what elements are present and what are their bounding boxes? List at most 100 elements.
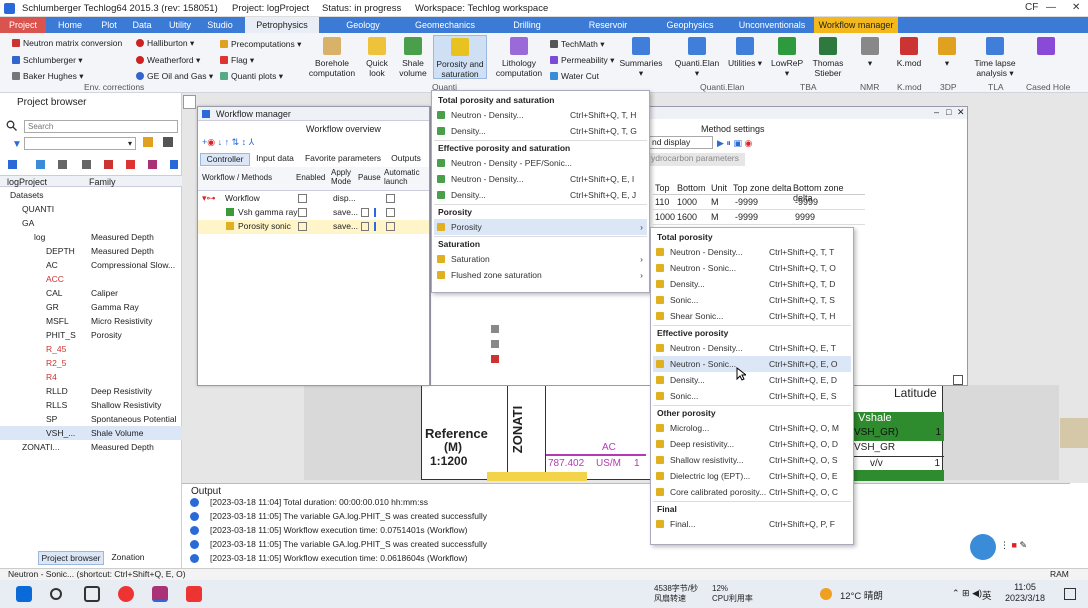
techmath-button[interactable]: TechMath ▾ xyxy=(550,39,605,50)
minimize-icon[interactable]: – xyxy=(934,107,939,117)
tab-geology[interactable]: Geology xyxy=(330,17,396,33)
weatherford-button[interactable]: Weatherford ▾ xyxy=(136,55,200,66)
enabled-checkbox[interactable] xyxy=(298,222,307,231)
tree-item[interactable]: R4 xyxy=(0,370,182,384)
ge-oil-gas-button[interactable]: GE Oil and Gas ▾ xyxy=(136,71,213,82)
workflow-row[interactable]: ▾⊶ Workflow disp... xyxy=(198,192,429,206)
clear-icon[interactable] xyxy=(163,137,173,147)
auto-launch-checkbox[interactable] xyxy=(386,222,395,231)
tab-unconventionals[interactable]: Unconventionals xyxy=(734,17,810,33)
record-controls[interactable]: ⋮ ■ ✎ xyxy=(1000,540,1027,551)
menu-item[interactable]: Density... Ctrl+Shift+Q, T, G xyxy=(434,123,647,139)
tab-data[interactable]: Data xyxy=(127,17,157,33)
tool-icon-4[interactable] xyxy=(82,160,91,169)
pause-checkbox[interactable] xyxy=(361,222,369,231)
minimize-button[interactable]: — xyxy=(1046,2,1056,13)
close-icon[interactable]: ✕ xyxy=(957,107,965,118)
menu-item[interactable]: Core calibrated porosity... Ctrl+Shift+Q,… xyxy=(653,484,851,500)
table-row[interactable]: 1000 1600 M -9999 9999 xyxy=(653,210,865,225)
tab-outputs[interactable]: Outputs xyxy=(386,153,426,166)
menu-item[interactable]: Neutron - Density... Ctrl+Shift+Q, T, T xyxy=(653,244,851,260)
menu-item[interactable]: Shallow resistivity... Ctrl+Shift+Q, O, S xyxy=(653,452,851,468)
menu-item[interactable]: Density... Ctrl+Shift+Q, E, J xyxy=(434,187,647,203)
tree-item[interactable]: QUANTI xyxy=(0,202,182,216)
clock[interactable]: 11:05 2023/3/18 xyxy=(1000,582,1050,604)
precomputations-button[interactable]: Precomputations ▾ xyxy=(220,39,301,50)
menu-item[interactable]: Sonic... Ctrl+Shift+Q, T, S xyxy=(653,292,851,308)
tree-item[interactable]: GA xyxy=(0,216,182,230)
project-search-input[interactable] xyxy=(24,120,178,133)
flag-button[interactable]: Flag ▾ xyxy=(220,55,254,66)
tree-item[interactable]: RLLS Shallow Resistivity xyxy=(0,398,182,412)
tab-project[interactable]: Project xyxy=(0,17,46,33)
tree-item[interactable]: ZONATI... Measured Depth xyxy=(0,440,182,454)
thomas-stieber-button[interactable]: Thomas Stieber xyxy=(808,37,848,78)
tree-item[interactable]: CAL Caliper xyxy=(0,286,182,300)
chrome-icon[interactable] xyxy=(118,586,134,602)
water-cut-button[interactable]: Water Cut xyxy=(550,71,599,81)
quanti-elan-button[interactable]: Quanti.Elan ▾ xyxy=(672,37,722,78)
side-panel-icon[interactable] xyxy=(1060,418,1088,448)
menu-item[interactable]: Neutron - Density... Ctrl+Shift+Q, T, H xyxy=(434,107,647,123)
auto-launch-checkbox[interactable] xyxy=(386,208,395,217)
workflow-row[interactable]: Vsh gamma ray save... xyxy=(198,206,429,220)
menu-item[interactable]: Neutron - Density... Ctrl+Shift+Q, E, T xyxy=(653,340,851,356)
schlumberger-button[interactable]: Schlumberger ▾ xyxy=(12,55,83,66)
hydrocarbon-params-tab[interactable]: ydrocarbon parameters xyxy=(649,153,745,166)
menu-item[interactable]: Saturation › xyxy=(434,251,647,267)
menu-item[interactable]: Microlog... Ctrl+Shift+Q, O, M xyxy=(653,420,851,436)
tree-item[interactable]: MSFL Micro Resistivity xyxy=(0,314,182,328)
menu-item[interactable]: Dielectric log (EPT)... Ctrl+Shift+Q, O, … xyxy=(653,468,851,484)
tool-icon[interactable] xyxy=(491,340,499,348)
menu-item[interactable]: Porosity › xyxy=(434,219,647,235)
baker-hughes-button[interactable]: Baker Hughes ▾ xyxy=(12,71,84,82)
menu-item[interactable]: Density... Ctrl+Shift+Q, E, D xyxy=(653,372,851,388)
tool-icon-6[interactable] xyxy=(126,160,135,169)
lowrep-button[interactable]: LowReP ▾ xyxy=(770,37,804,78)
kmod-button[interactable]: K.mod xyxy=(893,37,925,68)
tool-icon[interactable] xyxy=(491,355,499,363)
tree-item[interactable]: R2_5 xyxy=(0,356,182,370)
filter-icon[interactable]: ▼ xyxy=(12,139,22,150)
select-tool-icon[interactable] xyxy=(183,95,196,109)
tab-input-data[interactable]: Input data xyxy=(252,153,298,166)
maximize-icon[interactable]: □ xyxy=(946,107,951,117)
delete-icon[interactable] xyxy=(170,160,178,169)
menu-item[interactable]: Shear Sonic... Ctrl+Shift+Q, T, H xyxy=(653,308,851,324)
tree-item[interactable]: ACC xyxy=(0,272,182,286)
tab-plot[interactable]: Plot xyxy=(93,17,125,33)
tree-item[interactable]: SP Spontaneous Potential xyxy=(0,412,182,426)
menu-item[interactable]: Neutron - Sonic... Ctrl+Shift+Q, E, O xyxy=(653,356,851,372)
tab-workflow-manager[interactable]: Workflow manager xyxy=(814,17,898,33)
nmr-button[interactable]: ▾ xyxy=(858,37,882,68)
tree-item[interactable]: DEPTH Measured Depth xyxy=(0,244,182,258)
display-mode-select[interactable]: nd display xyxy=(649,136,713,149)
tab-zonation[interactable]: Zonation xyxy=(106,551,150,565)
shale-volume-button[interactable]: Shale volume xyxy=(396,37,430,78)
quanti-plots-button[interactable]: Quanti plots ▾ xyxy=(220,71,283,82)
tab-controller[interactable]: Controller xyxy=(200,153,250,166)
quick-look-button[interactable]: Quick look xyxy=(362,37,392,78)
techlog-icon[interactable] xyxy=(152,586,168,602)
auto-launch-checkbox[interactable] xyxy=(386,194,395,203)
search-icon[interactable] xyxy=(50,588,62,600)
tab-favorite-parameters[interactable]: Favorite parameters xyxy=(302,153,384,166)
menu-item[interactable]: Sonic... Ctrl+Shift+Q, E, S xyxy=(653,388,851,404)
tab-geomechanics[interactable]: Geomechanics xyxy=(408,17,482,33)
play-controls[interactable]: ▶ ⏸ ▣ ◉ xyxy=(717,138,752,149)
tab-project-browser[interactable]: Project browser xyxy=(38,551,104,565)
tool-icon-7[interactable] xyxy=(148,160,157,169)
tree-item[interactable]: GR Gamma Ray xyxy=(0,300,182,314)
tool-icon-1[interactable] xyxy=(8,160,17,169)
notifications-icon[interactable] xyxy=(1064,588,1076,600)
tree-item[interactable]: PHIT_S Porosity xyxy=(0,328,182,342)
menu-item[interactable]: Deep resistivity... Ctrl+Shift+Q, O, D xyxy=(653,436,851,452)
tool-icon[interactable] xyxy=(491,325,499,333)
resize-icon[interactable] xyxy=(953,375,963,385)
borehole-computation-button[interactable]: Borehole computation xyxy=(304,37,360,78)
tab-petrophysics[interactable]: Petrophysics xyxy=(245,17,319,33)
tree-item[interactable]: VSH_... Shale Volume xyxy=(0,426,182,440)
halliburton-button[interactable]: Halliburton ▾ xyxy=(136,38,194,49)
summaries-button[interactable]: Summaries ▾ xyxy=(618,37,664,78)
filter-select[interactable]: ▾ xyxy=(24,137,136,150)
